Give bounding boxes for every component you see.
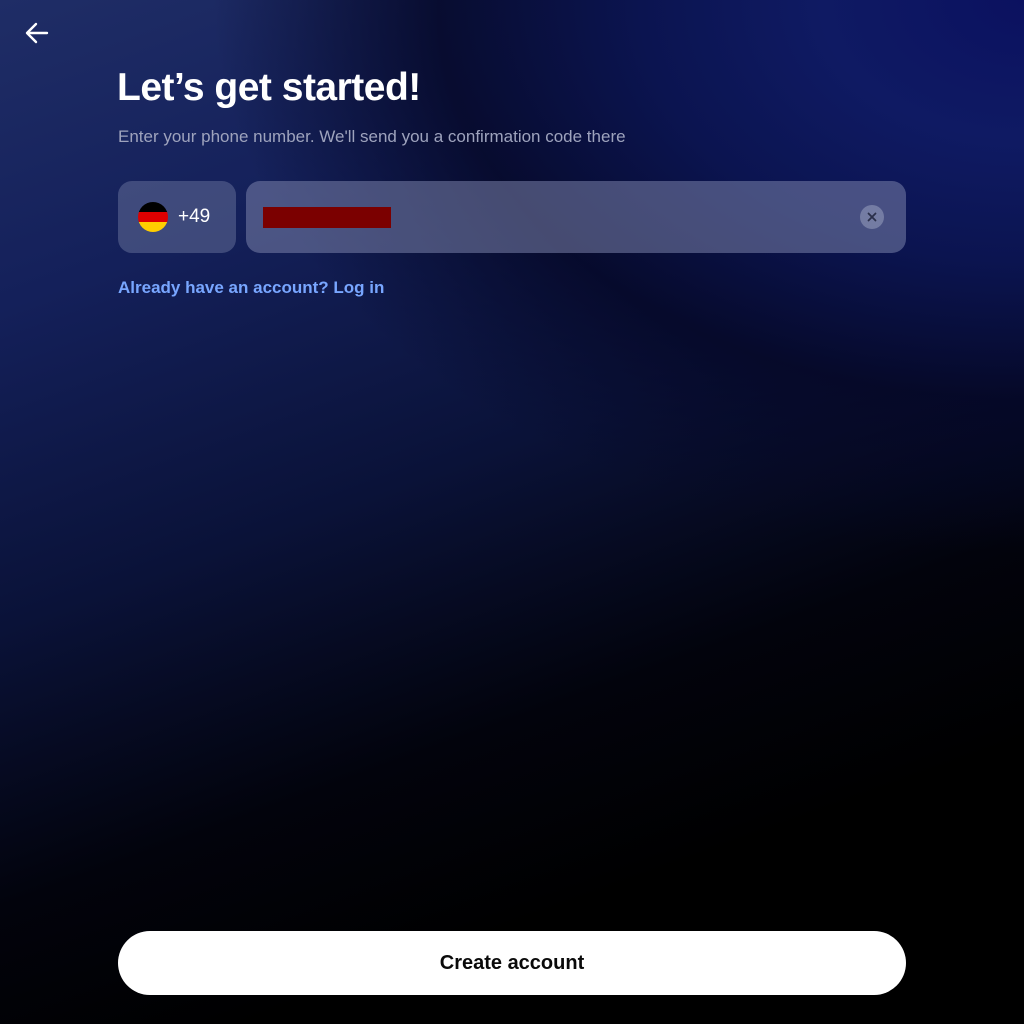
back-button[interactable] <box>22 18 52 48</box>
arrow-left-icon <box>25 22 49 44</box>
phone-number-input[interactable] <box>246 181 906 253</box>
signup-screen: Let’s get started! Enter your phone numb… <box>0 0 1024 1024</box>
clear-input-button[interactable] <box>860 205 884 229</box>
redacted-phone-value <box>263 207 391 228</box>
close-icon <box>867 212 877 222</box>
create-account-button[interactable]: Create account <box>118 931 906 995</box>
login-link[interactable]: Already have an account? Log in <box>118 278 384 298</box>
page-subtitle: Enter your phone number. We'll send you … <box>118 127 626 146</box>
country-dial-code: +49 <box>178 206 211 227</box>
page-title: Let’s get started! <box>117 66 421 109</box>
germany-flag-icon <box>138 202 168 232</box>
country-code-selector[interactable]: +49 <box>118 181 236 253</box>
